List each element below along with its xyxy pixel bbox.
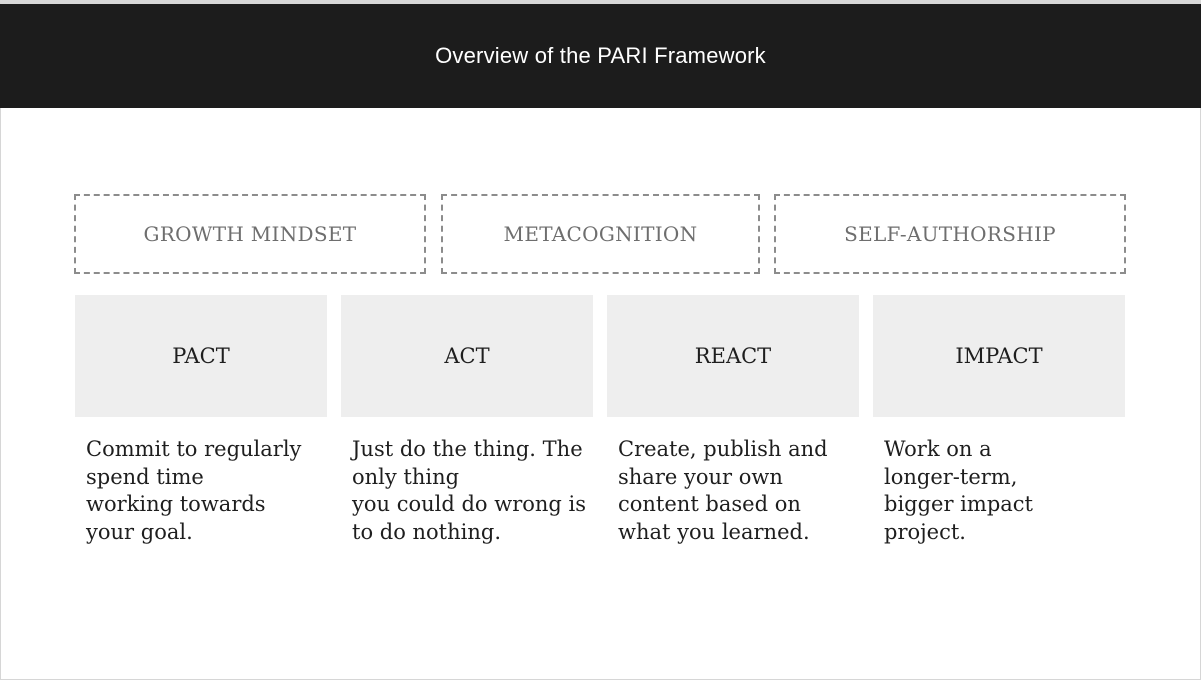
mindset-label: GROWTH MINDSET [143, 222, 357, 246]
stage-label: IMPACT [955, 344, 1043, 368]
stage-description-act: Just do the thing. The only thing you co… [352, 437, 587, 544]
stage-label: ACT [444, 344, 490, 368]
stage-description-react: Create, publish and share your own conte… [618, 437, 828, 544]
slide-title: Overview of the PARI Framework [435, 43, 766, 68]
mindset-box-metacognition: METACOGNITION [441, 194, 760, 274]
mindset-label: METACOGNITION [503, 222, 698, 246]
stage-description-pact: Commit to regularly spend time working t… [86, 437, 302, 544]
stage-label: PACT [172, 344, 230, 368]
mindset-box-growth-mindset: GROWTH MINDSET [74, 194, 426, 274]
stage-box-impact: IMPACT [873, 295, 1125, 417]
stage-box-pact: PACT [75, 295, 327, 417]
mindset-label: SELF-AUTHORSHIP [844, 222, 1056, 246]
stage-description-impact: Work on a longer-term, bigger impact pro… [884, 437, 1033, 544]
mindset-box-self-authorship: SELF-AUTHORSHIP [774, 194, 1126, 274]
stage-label: REACT [694, 344, 772, 368]
title-bar: Overview of the PARI Framework [0, 4, 1201, 108]
stage-box-act: ACT [341, 295, 593, 417]
stage-box-react: REACT [607, 295, 859, 417]
